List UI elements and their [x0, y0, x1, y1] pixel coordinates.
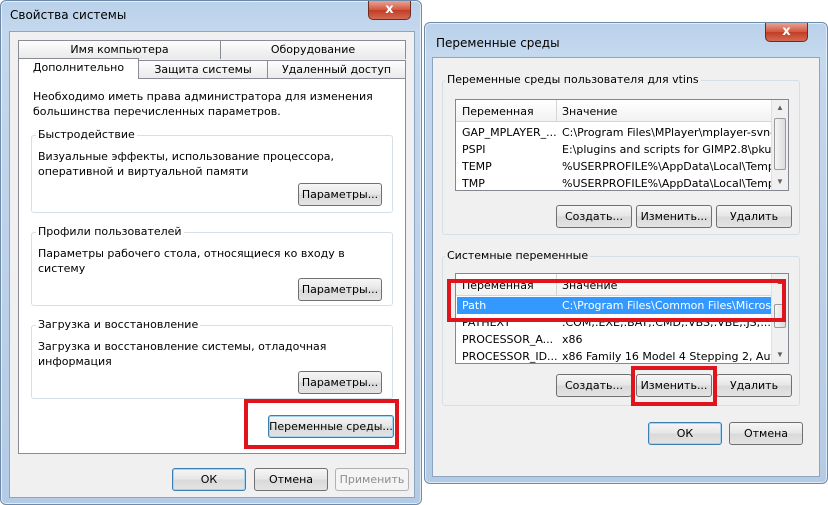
window-title-env: Переменные среды [436, 36, 560, 50]
advanced-tab-panel: Необходимо иметь права администратора дл… [18, 78, 406, 454]
tab-hardware[interactable]: Оборудование [220, 40, 406, 59]
performance-settings-button[interactable]: Параметры... [298, 183, 382, 206]
table-row[interactable]: PROCESSOR_A... x86 [457, 331, 771, 348]
user-col-name[interactable]: Переменная [462, 105, 534, 118]
startup-recovery-text: Загрузка и восстановление системы, отлад… [38, 340, 327, 368]
tab-computer-name[interactable]: Имя компьютера [18, 40, 221, 59]
ok-button[interactable]: ОК [172, 468, 246, 491]
close-button-env[interactable]: x [765, 23, 808, 42]
env-cancel-button[interactable]: Отмена [729, 422, 803, 445]
user-profiles-group: Профили пользователей Параметры рабочего… [31, 225, 393, 306]
performance-group: Быстродействие Визуальные эффекты, испол… [31, 128, 393, 213]
table-row[interactable]: GAP_MPLAYER_... C:\Program Files\MPlayer… [457, 124, 771, 141]
system-delete-button[interactable]: Удалить [716, 374, 792, 397]
user-profiles-text: Параметры рабочего стола, относящиеся ко… [38, 247, 345, 275]
scroll-thumb[interactable] [774, 118, 786, 170]
highlight-edit-button [631, 366, 717, 406]
close-button[interactable]: x [368, 1, 411, 20]
system-properties-window: Свойства системы x Имя компьютера Оборуд… [0, 0, 422, 505]
tab-remote[interactable]: Удаленный доступ [267, 60, 406, 79]
startup-recovery-group: Загрузка и восстановление Загрузка и вос… [31, 318, 393, 399]
user-profiles-settings-button[interactable]: Параметры... [298, 278, 382, 301]
tab-system-protection[interactable]: Защита системы [138, 60, 268, 79]
highlight-path-row [447, 279, 786, 322]
performance-text: Визуальные эффекты, использование процес… [38, 150, 335, 178]
table-row[interactable]: PROCESSOR_ID... x86 Family 16 Model 4 St… [457, 348, 771, 363]
tab-advanced[interactable]: Дополнительно [18, 58, 139, 79]
system-create-button[interactable]: Создать... [556, 374, 632, 397]
user-variables-title: Переменные среды пользователя для vtins [445, 73, 701, 86]
system-variables-title: Системные переменные [445, 249, 591, 262]
startup-recovery-settings-button[interactable]: Параметры... [298, 371, 382, 394]
user-delete-button[interactable]: Удалить [716, 205, 792, 228]
table-row[interactable]: PSPI E:\plugins and scripts for GIMP2.8\… [457, 141, 771, 158]
window-title: Свойства системы [10, 8, 127, 22]
user-profiles-title: Профили пользователей [36, 225, 184, 238]
table-row[interactable]: TMP %USERPROFILE%\AppData\Local\Temp [457, 175, 771, 190]
cancel-button[interactable]: Отмена [254, 468, 328, 491]
close-icon-env: x [782, 24, 791, 39]
user-create-button[interactable]: Создать... [556, 205, 632, 228]
scroll-down-icon[interactable]: ▼ [772, 347, 788, 363]
environment-variables-window: Переменные среды x Переменные среды поль… [424, 22, 828, 484]
scroll-up-icon[interactable]: ▲ [772, 100, 788, 116]
close-icon: x [385, 2, 394, 17]
highlight-env-button [244, 399, 399, 449]
user-col-value[interactable]: Значение [562, 105, 617, 118]
table-row[interactable]: TEMP %USERPROFILE%\AppData\Local\Temp [457, 158, 771, 175]
startup-recovery-title: Загрузка и восстановление [36, 318, 201, 331]
user-variables-group: Переменные среды пользователя для vtins … [442, 73, 800, 235]
user-list-scrollbar[interactable]: ▲ ▼ [771, 100, 788, 190]
user-variables-list[interactable]: Переменная Значение GAP_MPLAYER_... C:\P… [455, 99, 789, 191]
apply-button[interactable]: Применить [335, 468, 409, 491]
env-ok-button[interactable]: ОК [648, 422, 722, 445]
user-edit-button[interactable]: Изменить... [636, 205, 712, 228]
env-dialog-body: Переменные среды пользователя для vtins … [432, 57, 820, 477]
user-list-header: Переменная Значение [456, 100, 788, 122]
admin-notice: Необходимо иметь права администратора дл… [33, 90, 373, 118]
scroll-down-icon[interactable]: ▼ [772, 174, 788, 190]
performance-title: Быстродействие [36, 128, 137, 141]
